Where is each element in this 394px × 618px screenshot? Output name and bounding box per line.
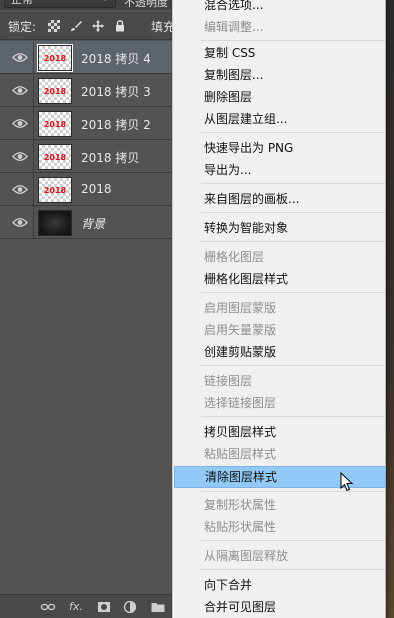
thumb-text: 2018 <box>43 54 67 63</box>
eye-icon <box>12 119 28 128</box>
visibility-toggle[interactable] <box>0 206 34 238</box>
eye-icon <box>12 185 28 194</box>
menu-item-release-from-isolation: 从隔离图层释放 <box>204 549 289 563</box>
menu-separator <box>201 241 385 242</box>
menu-item-duplicate-layer[interactable]: 复制图层... <box>173 64 387 86</box>
layer-thumbnail: 2018 <box>38 144 72 170</box>
layer-row[interactable]: 2018 2018 拷贝 3 <box>0 74 172 107</box>
thumb-text: 2018 <box>43 186 67 195</box>
blend-mode-value: 正常 <box>11 0 33 6</box>
menu-item-rasterize-layer: 栅格化图层 <box>204 250 265 264</box>
layer-thumbnail: 2018 <box>38 78 72 104</box>
menu-item-blending-options[interactable]: 混合选项... <box>173 0 387 16</box>
brush-lock-icon[interactable] <box>70 20 82 32</box>
menu-item-clear-layer-style[interactable]: 清除图层样式 <box>174 466 386 488</box>
thumb-text: 2018 <box>43 120 67 129</box>
menu-separator <box>201 540 385 541</box>
menu-separator <box>201 183 385 184</box>
canvas-edge <box>386 0 394 618</box>
menu-item-enable-layer-mask: 启用图层蒙版 <box>204 301 277 315</box>
menu-item-paste-layer-style: 粘贴图层样式 <box>204 447 277 461</box>
thumb-text: 2018 <box>43 87 67 96</box>
menu-item-merge-down[interactable]: 向下合并 <box>173 574 387 596</box>
visibility-toggle[interactable] <box>0 41 34 73</box>
lock-all-icon[interactable] <box>114 20 126 32</box>
layer-name: 背景 <box>81 217 106 231</box>
visibility-toggle[interactable] <box>0 173 34 205</box>
menu-item-paste-shape-attributes: 粘贴形状属性 <box>204 520 277 534</box>
layer-row[interactable]: 2018 2018 拷贝 2 <box>0 107 172 140</box>
layer-thumbnail: 2018 <box>37 44 73 72</box>
menu-item-delete-layer[interactable]: 删除图层 <box>173 86 387 108</box>
menu-separator <box>201 212 385 213</box>
menu-item-rasterize-layer-style[interactable]: 栅格化图层样式 <box>173 268 387 290</box>
menu-item-convert-smart-object[interactable]: 转换为智能对象 <box>173 217 387 239</box>
layer-context-menu: 混合选项... 编辑调整... 复制 CSS 复制图层... 删除图层 从图层建… <box>172 0 386 618</box>
eye-icon <box>12 152 28 161</box>
lock-transparent-pixels-icon[interactable] <box>48 20 60 32</box>
menu-separator <box>201 491 385 492</box>
layer-row-background[interactable]: 背景 <box>0 206 172 239</box>
menu-separator <box>201 416 385 417</box>
menu-separator <box>201 365 385 366</box>
layer-thumbnail <box>38 210 72 236</box>
visibility-toggle[interactable] <box>0 140 34 172</box>
layers-panel: 正常 不透明度 锁定: 填充 2018 2018 <box>0 0 175 618</box>
menu-item-group-from-layers[interactable]: 从图层建立组... <box>173 108 387 130</box>
layer-name: 2018 拷贝 3 <box>81 85 151 99</box>
menu-item-select-linked-layers: 选择链接图层 <box>204 396 277 410</box>
menu-separator <box>201 569 385 570</box>
thumb-text: 2018 <box>43 153 67 162</box>
menu-item-edit-adjustment: 编辑调整... <box>204 20 264 34</box>
opacity-label: 不透明度 <box>124 0 168 9</box>
group-folder-icon[interactable] <box>150 599 166 615</box>
menu-item-quick-export-png[interactable]: 快速导出为 PNG <box>173 137 387 159</box>
chevron-down-icon <box>101 0 109 1</box>
menu-item-merge-visible[interactable]: 合并可见图层 <box>173 596 387 618</box>
menu-separator <box>201 292 385 293</box>
layer-thumbnail: 2018 <box>38 111 72 137</box>
mouse-cursor-icon <box>340 472 354 492</box>
lock-row: 锁定: 填充 <box>0 12 175 40</box>
visibility-toggle[interactable] <box>0 107 34 139</box>
adjustment-icon[interactable] <box>122 599 138 615</box>
mask-icon[interactable] <box>96 599 112 615</box>
panel-top-strip: 正常 不透明度 <box>0 0 172 10</box>
eye-icon <box>12 218 28 227</box>
eye-icon <box>12 86 28 95</box>
layer-row[interactable]: 2018 2018 拷贝 4 <box>0 41 172 74</box>
layer-thumbnail: 2018 <box>38 177 72 203</box>
lock-label: 锁定: <box>8 20 37 34</box>
menu-item-copy-layer-style[interactable]: 拷贝图层样式 <box>173 421 387 443</box>
layers-bottom-toolbar: fx. <box>0 594 172 618</box>
menu-item-link-layers: 链接图层 <box>204 374 253 388</box>
layer-name: 2018 拷贝 4 <box>81 52 151 66</box>
layer-name: 2018 拷贝 2 <box>81 118 151 132</box>
move-lock-icon[interactable] <box>92 20 104 32</box>
layer-row[interactable]: 2018 2018 <box>0 173 172 206</box>
menu-item-enable-vector-mask: 启用矢量蒙版 <box>204 323 277 337</box>
eye-icon <box>12 53 28 62</box>
fx-icon[interactable]: fx. <box>68 599 84 615</box>
menu-separator <box>201 40 385 41</box>
menu-item-artboard-from-layers[interactable]: 来自图层的画板... <box>173 188 387 210</box>
menu-item-copy-shape-attributes: 复制形状属性 <box>204 498 277 512</box>
menu-item-export-as[interactable]: 导出为... <box>173 159 387 181</box>
menu-item-create-clipping-mask[interactable]: 创建剪贴蒙版 <box>173 341 387 363</box>
layer-name: 2018 <box>81 182 112 196</box>
menu-item-copy-css[interactable]: 复制 CSS <box>173 42 387 64</box>
layer-row[interactable]: 2018 2018 拷贝 <box>0 140 172 173</box>
link-icon[interactable] <box>40 599 56 615</box>
visibility-toggle[interactable] <box>0 74 34 106</box>
layer-name: 2018 拷贝 <box>81 151 140 165</box>
blend-mode-select[interactable]: 正常 <box>4 0 116 8</box>
menu-separator <box>201 132 385 133</box>
